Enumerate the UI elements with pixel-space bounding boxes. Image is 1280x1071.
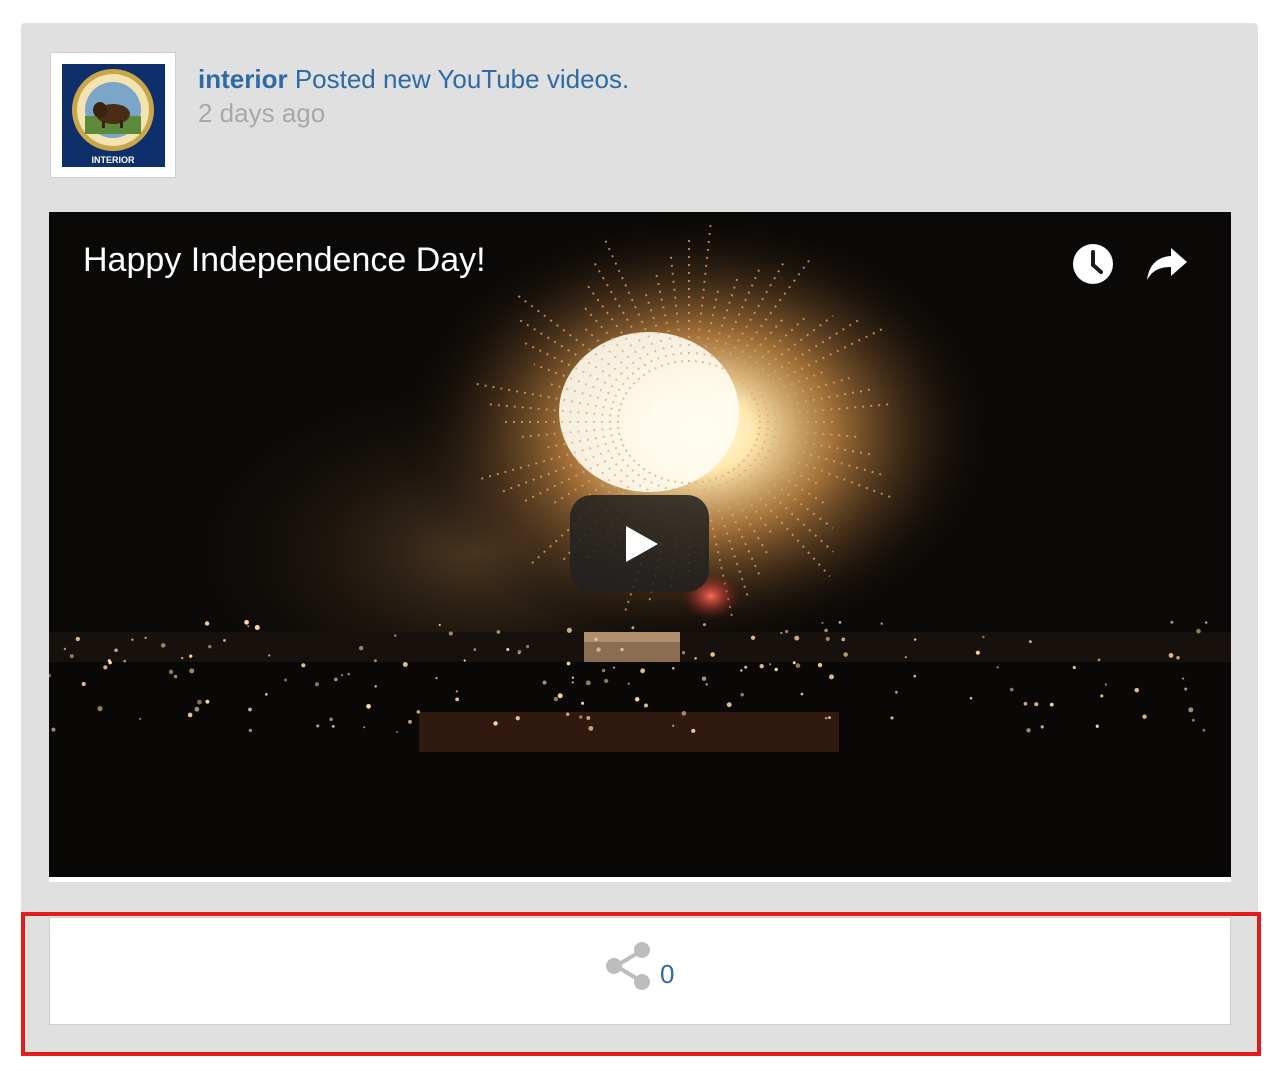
- seal-caption: INTERIOR: [91, 155, 135, 165]
- share-count: 0: [660, 958, 675, 989]
- video-share-button[interactable]: [1145, 242, 1189, 286]
- avatar[interactable]: INTERIOR: [50, 52, 176, 178]
- play-button[interactable]: [570, 495, 709, 592]
- author-link[interactable]: interior: [198, 64, 288, 94]
- share-button[interactable]: 0: [604, 938, 674, 994]
- watch-later-button[interactable]: [1071, 242, 1115, 286]
- post-header: interior Posted new YouTube videos. 2 da…: [198, 62, 629, 130]
- video-title: Happy Independence Day!: [83, 241, 486, 279]
- share-nodes-icon: [606, 942, 650, 990]
- post-summary: interior Posted new YouTube videos.: [198, 62, 629, 96]
- post-timestamp: 2 days ago: [198, 98, 326, 128]
- play-icon: [625, 525, 658, 562]
- share-arrow-icon: [1147, 248, 1187, 280]
- post-action-text: Posted new YouTube videos.: [294, 64, 630, 94]
- clock-icon: [1073, 244, 1113, 284]
- interior-seal-icon: INTERIOR: [62, 64, 165, 167]
- video-player[interactable]: Happy Independence Day!: [49, 212, 1231, 882]
- feed-card: INTERIOR interior Posted new YouTube vid…: [21, 23, 1258, 1055]
- share-bar: 0: [49, 917, 1231, 1025]
